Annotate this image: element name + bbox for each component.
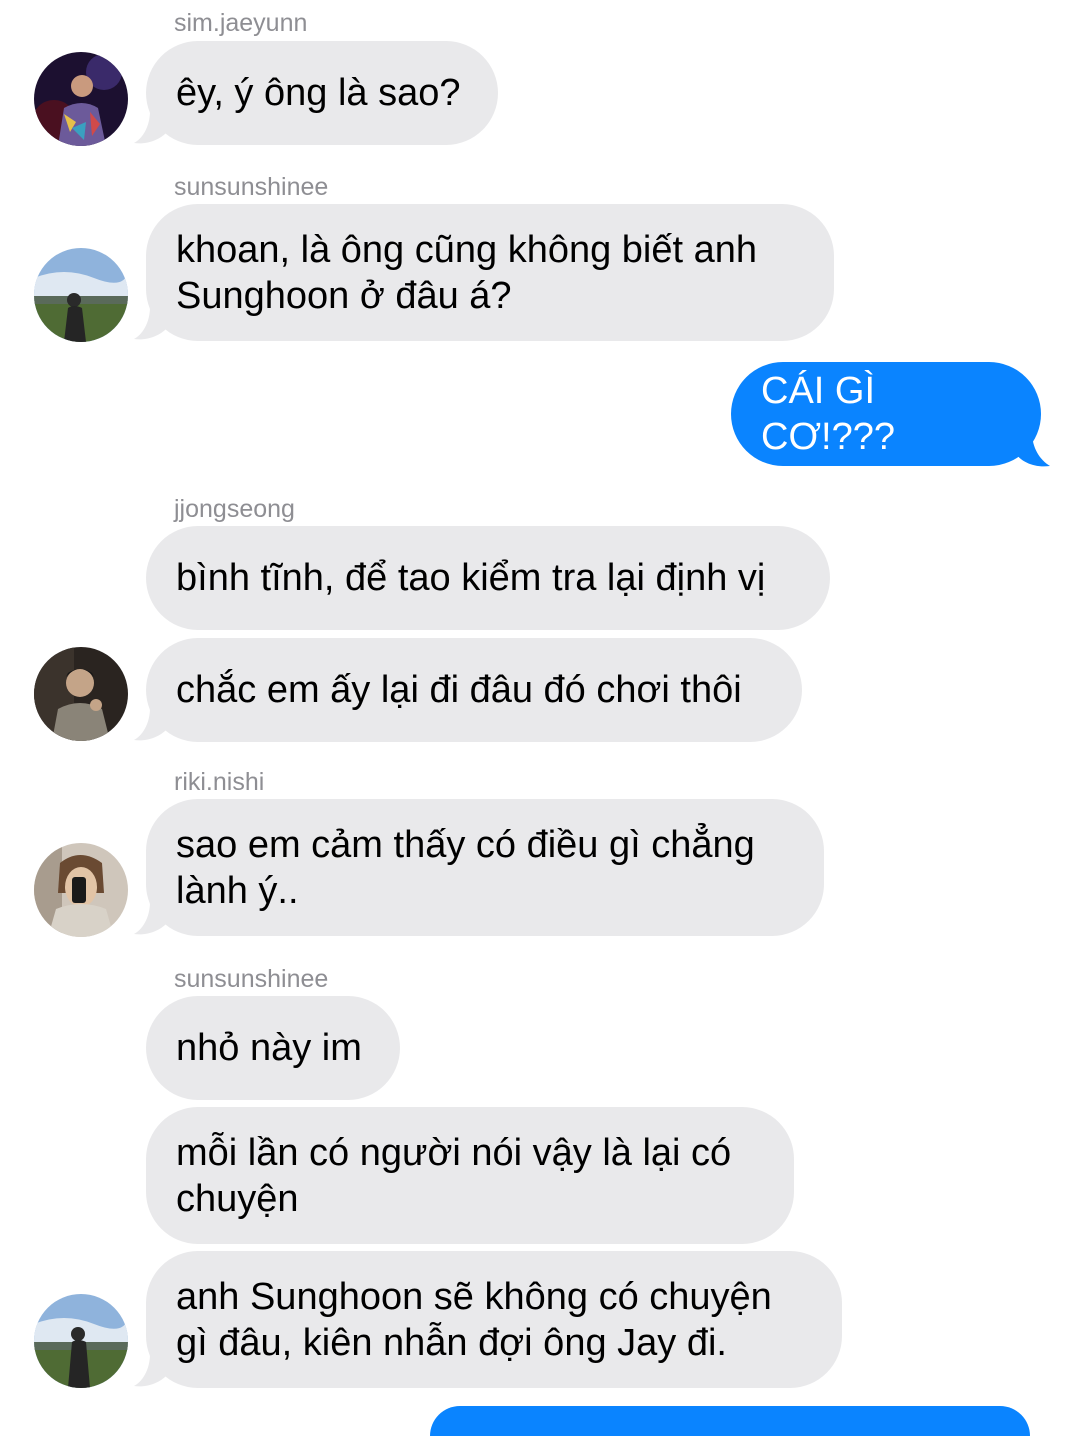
bubble-tail [134, 307, 166, 340]
message-text: nhỏ này im [176, 1027, 362, 1069]
bubble-tail [134, 708, 166, 741]
message-bubble-outgoing[interactable]: CÁI GÌ CƠ!??? [731, 362, 1041, 466]
sender-name: riki.nishi [174, 768, 265, 796]
message-bubble-incoming[interactable]: nhỏ này im [146, 996, 400, 1100]
message-bubble-incoming[interactable]: khoan, là ông cũng không biết anh Sungho… [146, 204, 834, 341]
avatar-field-sky[interactable] [34, 1294, 128, 1388]
message-text: anh Sunghoon sẽ không có chuyện gì đâu, … [176, 1275, 772, 1364]
message-bubble-incoming[interactable]: sao em cảm thấy có điều gì chẳng lành ý.… [146, 799, 824, 936]
message-bubble-incoming[interactable]: anh Sunghoon sẽ không có chuyện gì đâu, … [146, 1251, 842, 1388]
avatar-stage-performer[interactable] [34, 52, 128, 146]
message-text: êy, ý ông là sao? [176, 72, 461, 114]
avatar-dark-portrait[interactable] [34, 647, 128, 741]
message-text: CÁI GÌ CƠ!??? [761, 370, 895, 458]
bubble-tail [134, 111, 166, 144]
message-bubble-incoming[interactable]: mỗi lần có người nói vậy là lại có chuyệ… [146, 1107, 794, 1244]
avatar-mirror-selfie[interactable] [34, 843, 128, 937]
message-bubble-incoming[interactable]: êy, ý ông là sao? [146, 41, 498, 145]
bubble-tail [134, 1354, 166, 1387]
sender-name: sim.jaeyunn [174, 9, 308, 37]
bubble-tail [1016, 432, 1050, 467]
message-text: sao em cảm thấy có điều gì chẳng lành ý.… [176, 823, 755, 912]
message-text: bình tĩnh, để tao kiểm tra lại định vị [176, 557, 766, 599]
message-thread: sim.jaeyunn êy, ý ông là sao? sunsunshin… [0, 0, 1078, 1436]
bubble-tail [134, 902, 166, 935]
sender-name: jjongseong [174, 495, 295, 523]
message-text: mỗi lần có người nói vậy là lại có chuyệ… [176, 1131, 732, 1220]
message-bubble-incoming[interactable]: chắc em ấy lại đi đâu đó chơi thôi [146, 638, 802, 742]
message-bubble-incoming[interactable]: bình tĩnh, để tao kiểm tra lại định vị [146, 526, 830, 630]
sender-name: sunsunshinee [174, 965, 329, 993]
avatar-field-sky[interactable] [34, 248, 128, 342]
message-text: chắc em ấy lại đi đâu đó chơi thôi [176, 669, 742, 711]
message-text: khoan, là ông cũng không biết anh Sungho… [176, 228, 758, 317]
sender-name: sunsunshinee [174, 173, 329, 201]
